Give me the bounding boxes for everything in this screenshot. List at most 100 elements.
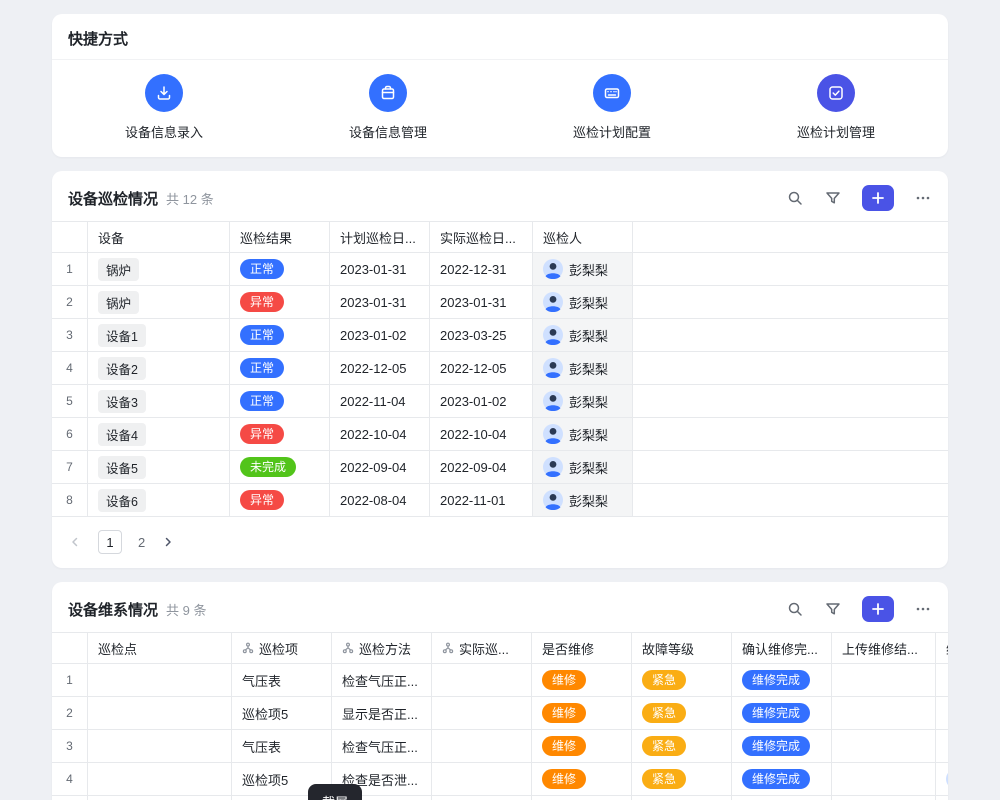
cell-confirm[interactable]: 维修完成 [732, 763, 832, 795]
shortcut-设备信息管理[interactable]: 设备信息管理 [276, 74, 500, 141]
cell-repair[interactable]: 维修 [532, 763, 632, 795]
column-header-method[interactable]: 巡检方法 [332, 633, 432, 663]
column-header-fault_level[interactable]: 故障等级 [632, 633, 732, 663]
cell-planned_date[interactable]: 2023-01-31 [330, 253, 430, 285]
cell-inspector[interactable]: 彭梨梨 [533, 451, 633, 483]
cell-device[interactable]: 锅炉 [88, 253, 230, 285]
cell-result[interactable]: 异常 [230, 484, 330, 516]
cell-actual[interactable] [432, 796, 532, 800]
cell-planned_date[interactable]: 2023-01-02 [330, 319, 430, 351]
cell-method[interactable]: 检查气压正... [332, 664, 432, 696]
cell-point[interactable] [88, 796, 232, 800]
cell-inspector[interactable]: 彭梨梨 [533, 253, 633, 285]
cell-device[interactable]: 设备6 [88, 484, 230, 516]
cell-device[interactable]: 设备4 [88, 418, 230, 450]
cell-inspector[interactable]: 彭梨梨 [533, 352, 633, 384]
cell-device[interactable]: 锅炉 [88, 286, 230, 318]
cell-actual_date[interactable]: 2022-09-04 [430, 451, 533, 483]
cell-item[interactable]: 巡检项5 [232, 697, 332, 729]
cell-confirm[interactable]: 维修完成 [732, 796, 832, 800]
column-header-item[interactable]: 巡检项 [232, 633, 332, 663]
cell-actual[interactable] [432, 664, 532, 696]
add-record-button[interactable] [862, 596, 894, 622]
cell-method[interactable]: 显示是否正... [332, 697, 432, 729]
cell-device[interactable]: 设备1 [88, 319, 230, 351]
cell-upload[interactable] [832, 796, 936, 800]
shortcut-设备信息录入[interactable]: 设备信息录入 [52, 74, 276, 141]
cell-device[interactable]: 设备3 [88, 385, 230, 417]
cell-worker[interactable] [936, 796, 948, 800]
prev-page-button[interactable] [68, 535, 82, 549]
cell-point[interactable] [88, 763, 232, 795]
cell-inspector[interactable]: 彭梨梨 [533, 385, 633, 417]
more-icon[interactable] [914, 600, 932, 618]
shortcut-巡检计划配置[interactable]: 巡检计划配置 [500, 74, 724, 141]
cell-upload[interactable] [832, 697, 936, 729]
cell-actual[interactable] [432, 730, 532, 762]
cell-upload[interactable] [832, 664, 936, 696]
cell-fault_level[interactable]: 紧急 [632, 763, 732, 795]
page-button-2[interactable]: 2 [138, 535, 145, 550]
column-header-confirm[interactable]: 确认维修完... [732, 633, 832, 663]
cell-actual[interactable] [432, 763, 532, 795]
page-button-1[interactable]: 1 [98, 530, 122, 554]
next-page-button[interactable] [161, 535, 175, 549]
cell-planned_date[interactable]: 2022-12-05 [330, 352, 430, 384]
column-header-planned_date[interactable]: 计划巡检日... [330, 222, 430, 252]
cell-worker[interactable] [936, 730, 948, 762]
search-icon[interactable] [786, 600, 804, 618]
column-header-upload[interactable]: 上传维修结... [832, 633, 936, 663]
cell-actual_date[interactable]: 2022-11-01 [430, 484, 533, 516]
add-record-button[interactable] [862, 185, 894, 211]
cell-repair[interactable]: 维修 [532, 796, 632, 800]
cell-fault_level[interactable]: 紧急 [632, 796, 732, 800]
cell-repair[interactable]: 维修 [532, 664, 632, 696]
cell-confirm[interactable]: 维修完成 [732, 730, 832, 762]
cell-item[interactable]: 气压表 [232, 730, 332, 762]
column-header-repair[interactable]: 是否维修 [532, 633, 632, 663]
cell-worker[interactable] [936, 664, 948, 696]
cell-upload[interactable] [832, 763, 936, 795]
cell-point[interactable] [88, 664, 232, 696]
cell-result[interactable]: 正常 [230, 352, 330, 384]
cell-inspector[interactable]: 彭梨梨 [533, 286, 633, 318]
cell-inspector[interactable]: 彭梨梨 [533, 319, 633, 351]
cell-fault_level[interactable]: 紧急 [632, 730, 732, 762]
column-header-actual_date[interactable]: 实际巡检日... [430, 222, 533, 252]
cell-worker[interactable] [936, 697, 948, 729]
cell-device[interactable]: 设备2 [88, 352, 230, 384]
cell-upload[interactable] [832, 730, 936, 762]
column-header-result[interactable]: 巡检结果 [230, 222, 330, 252]
cell-result[interactable]: 异常 [230, 418, 330, 450]
cell-actual_date[interactable]: 2022-10-04 [430, 418, 533, 450]
column-header-device[interactable]: 设备 [88, 222, 230, 252]
cell-planned_date[interactable]: 2023-01-31 [330, 286, 430, 318]
cell-worker[interactable] [936, 763, 948, 795]
filter-icon[interactable] [824, 189, 842, 207]
cell-inspector[interactable]: 彭梨梨 [533, 484, 633, 516]
cell-result[interactable]: 正常 [230, 385, 330, 417]
cell-actual_date[interactable]: 2023-01-02 [430, 385, 533, 417]
cell-point[interactable] [88, 730, 232, 762]
cell-repair[interactable]: 维修 [532, 730, 632, 762]
cell-planned_date[interactable]: 2022-11-04 [330, 385, 430, 417]
cell-planned_date[interactable]: 2022-10-04 [330, 418, 430, 450]
cell-actual_date[interactable]: 2022-12-31 [430, 253, 533, 285]
cell-repair[interactable]: 维修 [532, 697, 632, 729]
cell-result[interactable]: 异常 [230, 286, 330, 318]
cell-planned_date[interactable]: 2022-09-04 [330, 451, 430, 483]
cell-item[interactable]: 气压表 [232, 664, 332, 696]
shortcut-巡检计划管理[interactable]: 巡检计划管理 [724, 74, 948, 141]
cell-fault_level[interactable]: 紧急 [632, 697, 732, 729]
cell-result[interactable]: 正常 [230, 253, 330, 285]
cell-actual[interactable] [432, 697, 532, 729]
cell-confirm[interactable]: 维修完成 [732, 664, 832, 696]
cell-actual_date[interactable]: 2022-12-05 [430, 352, 533, 384]
cell-planned_date[interactable]: 2022-08-04 [330, 484, 430, 516]
cell-confirm[interactable]: 维修完成 [732, 697, 832, 729]
search-icon[interactable] [786, 189, 804, 207]
filter-icon[interactable] [824, 600, 842, 618]
cell-point[interactable] [88, 697, 232, 729]
column-header-point[interactable]: 巡检点 [88, 633, 232, 663]
cell-actual_date[interactable]: 2023-01-31 [430, 286, 533, 318]
